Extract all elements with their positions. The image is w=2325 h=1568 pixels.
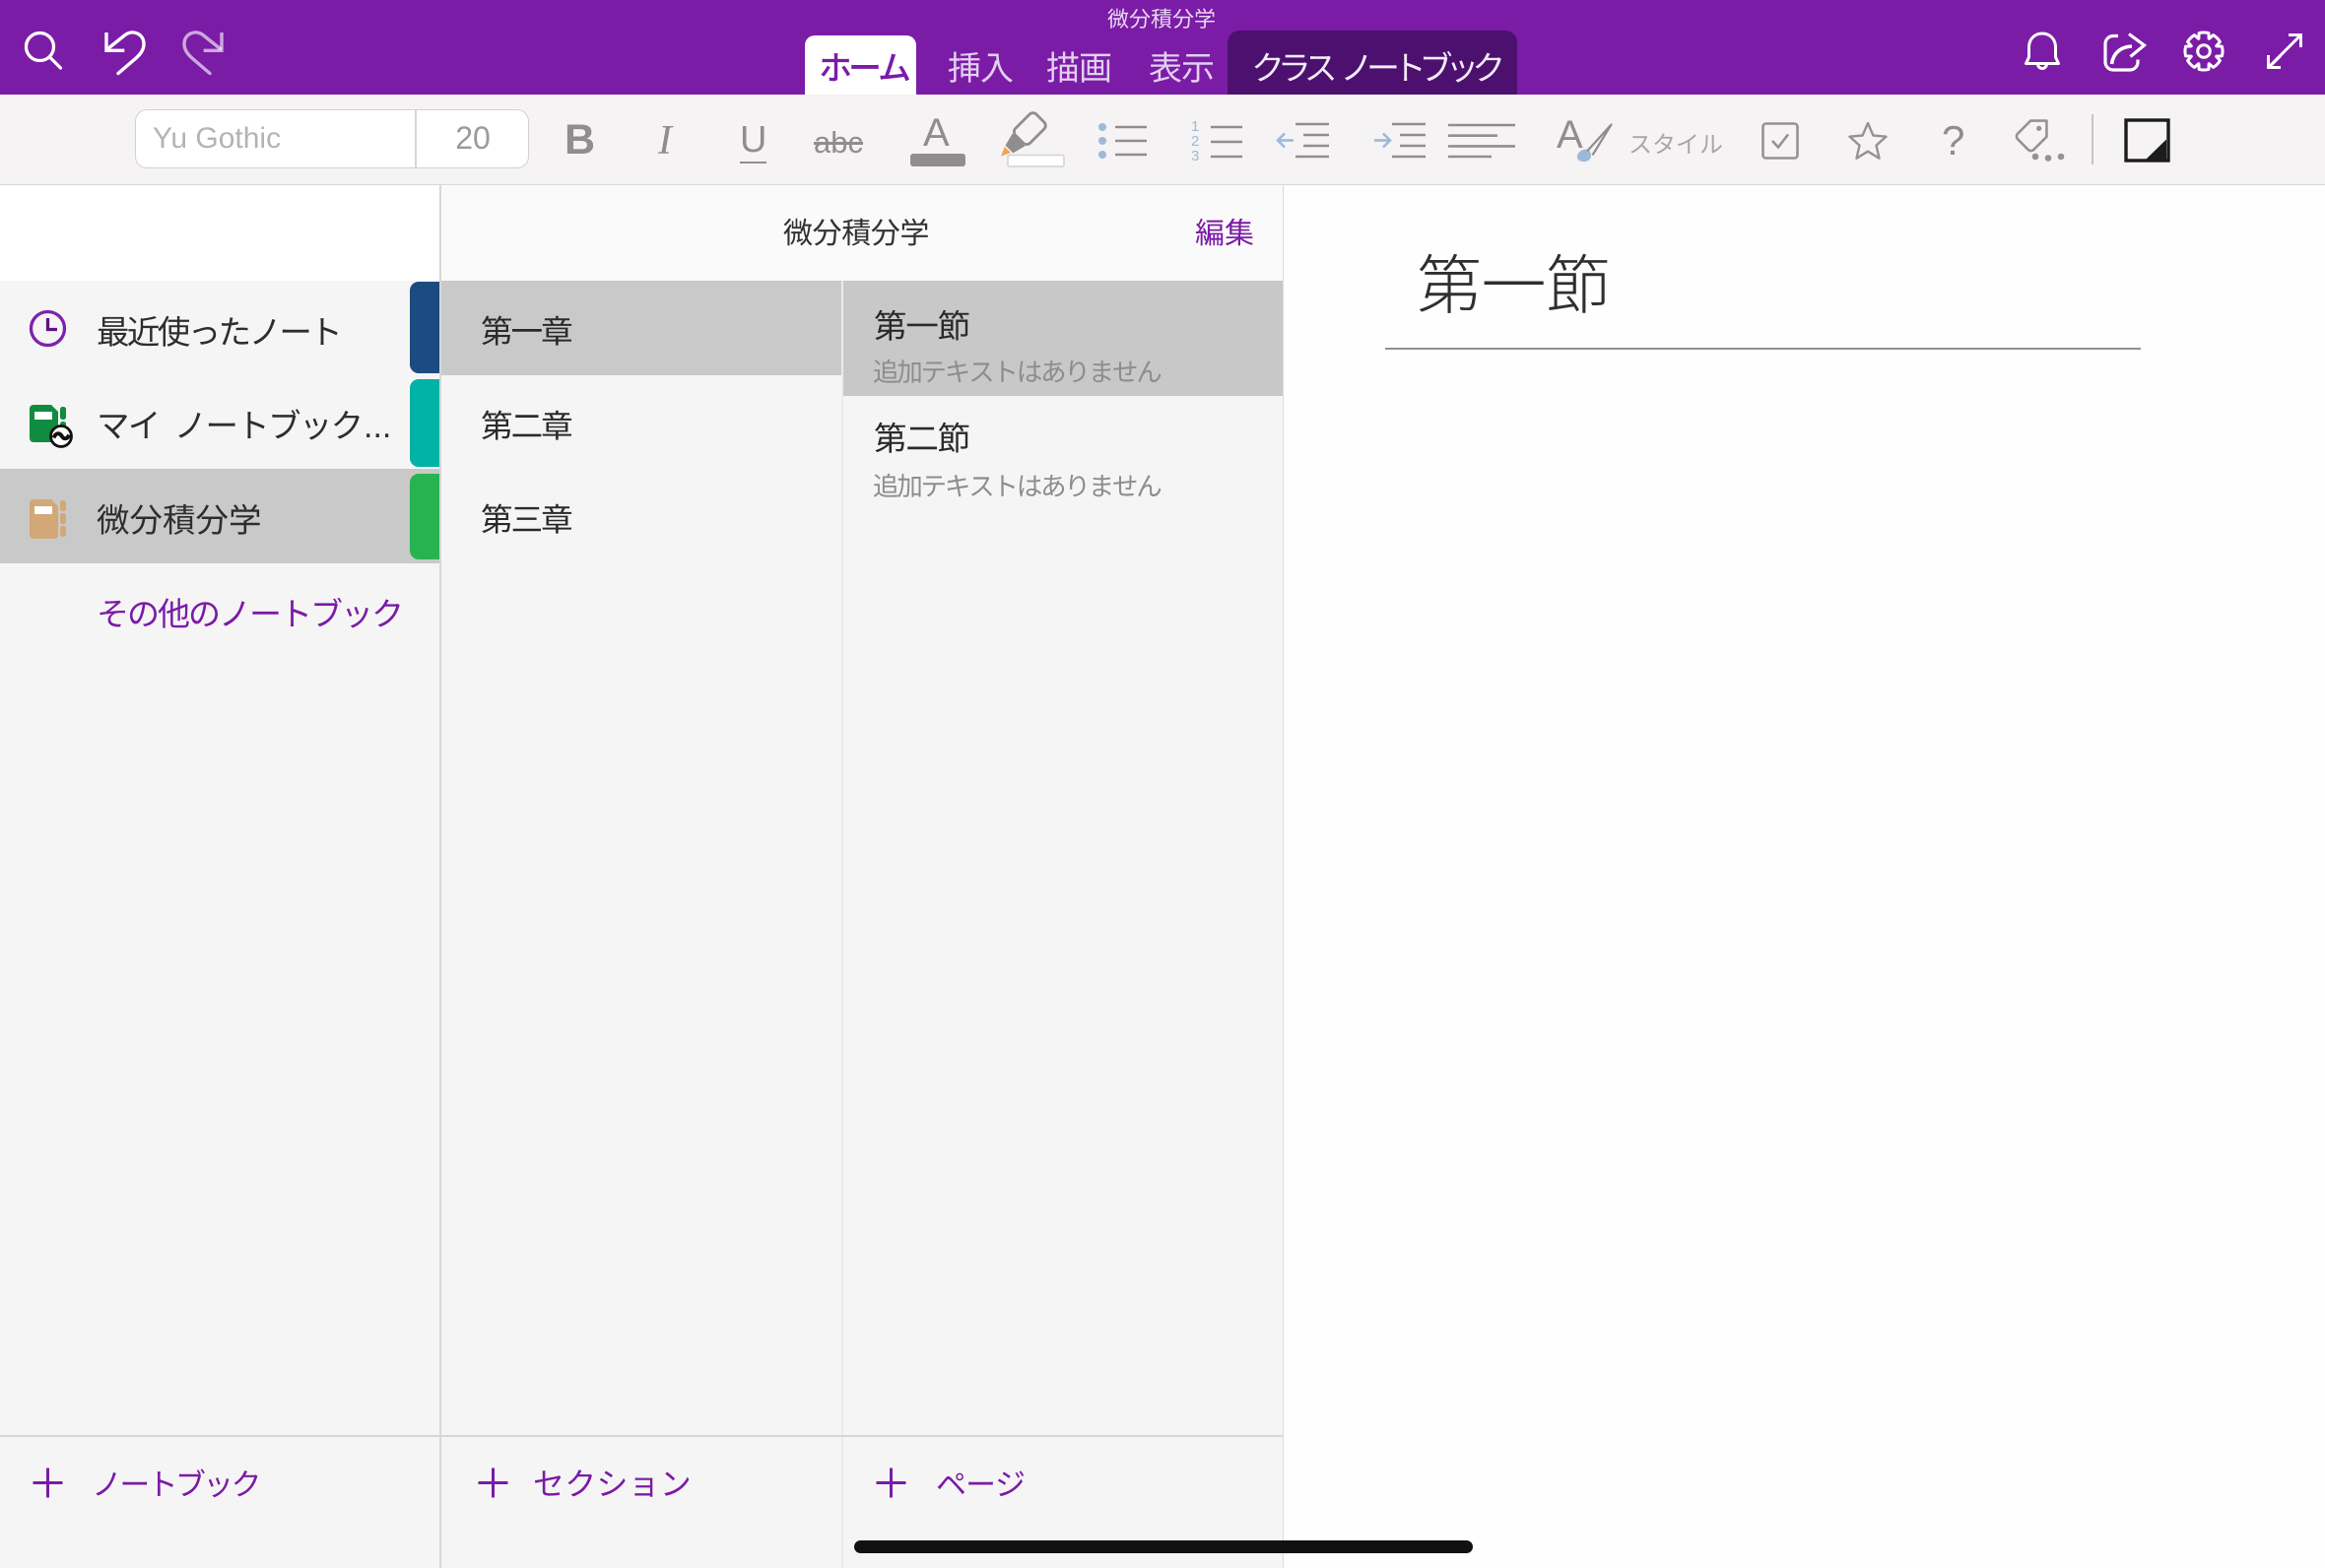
svg-text:3: 3 bbox=[1191, 148, 1199, 163]
